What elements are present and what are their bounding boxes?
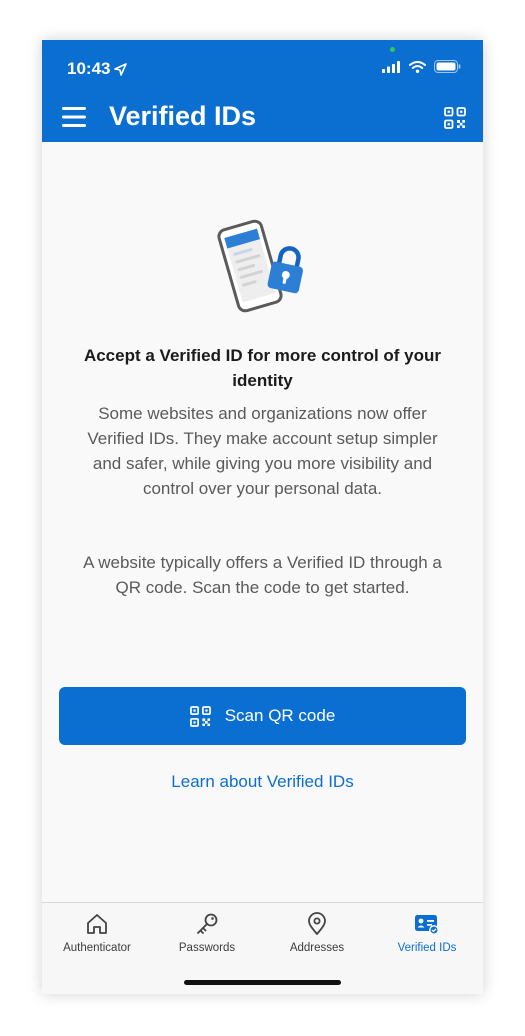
camera-indicator-dot [390, 47, 395, 52]
app-header: 10:43 Verified IDs [42, 40, 483, 142]
tab-passwords[interactable]: Passwords [152, 911, 262, 954]
phone-lock-illustration [217, 219, 303, 313]
key-icon [197, 913, 218, 934]
battery-icon [434, 60, 461, 73]
status-icons [382, 60, 461, 73]
intro-heading: Accept a Verified ID for more control of… [83, 346, 442, 390]
location-arrow-icon [114, 62, 128, 76]
scan-qr-code-button[interactable]: Scan QR code [59, 687, 466, 745]
qr-code-icon[interactable] [444, 107, 466, 129]
tab-verified-ids[interactable]: Verified IDs [372, 911, 482, 954]
scan-qr-code-label: Scan QR code [224, 706, 336, 725]
intro-paragraph-1: Some websites and organizations now offe… [87, 404, 438, 498]
tab-authenticator-label: Authenticator [63, 942, 131, 954]
id-card-icon [415, 915, 439, 935]
status-time: 10:43 [67, 59, 128, 79]
qr-code-icon [189, 705, 211, 727]
page-title: Verified IDs [109, 101, 257, 131]
location-pin-icon [308, 912, 326, 935]
home-indicator[interactable] [184, 980, 341, 985]
signal-icon [382, 60, 400, 73]
wifi-icon [409, 60, 426, 73]
tab-addresses[interactable]: Addresses [262, 911, 372, 954]
hamburger-menu-icon[interactable] [62, 107, 86, 127]
tab-addresses-label: Addresses [289, 942, 345, 954]
learn-about-verified-ids-link[interactable]: Learn about Verified IDs [42, 772, 483, 792]
house-icon [87, 914, 107, 934]
tab-authenticator[interactable]: Authenticator [42, 911, 152, 954]
status-time-text: 10:43 [67, 59, 111, 78]
tab-verified-ids-label: Verified IDs [397, 942, 457, 954]
intro-paragraph-2: A website typically offers a Verified ID… [83, 553, 442, 597]
phone-screen: 10:43 Verified IDs Accept a Verified ID … [42, 40, 483, 994]
tab-passwords-label: Passwords [178, 942, 236, 954]
